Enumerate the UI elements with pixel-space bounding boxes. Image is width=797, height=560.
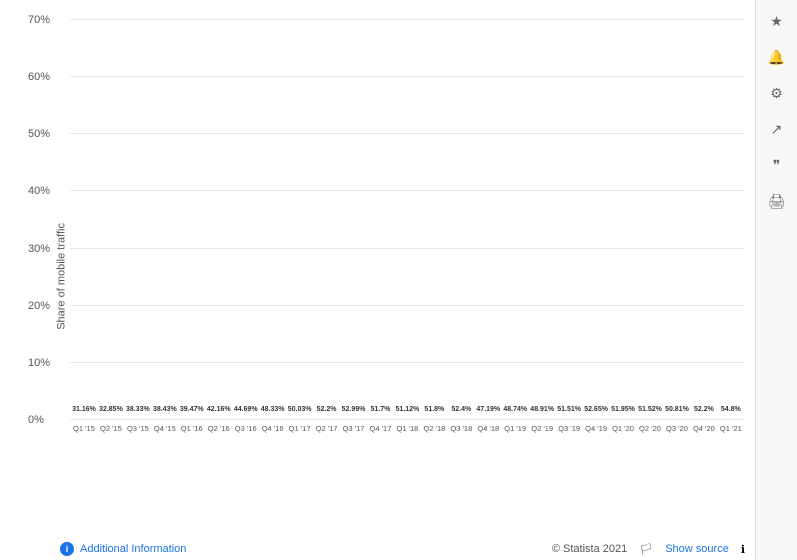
- x-axis-tick-label: Q1 '21: [719, 420, 743, 450]
- x-axis-tick-label: Q2 '16: [207, 420, 231, 450]
- bar-value-label: 47.19%: [476, 406, 500, 413]
- star-icon[interactable]: ★: [766, 10, 788, 32]
- bar-value-label: 42.16%: [207, 406, 231, 413]
- additional-info-link[interactable]: Additional Information: [80, 543, 186, 555]
- bar-value-label: 38.33%: [126, 406, 150, 413]
- y-axis-tick-label: 0%: [28, 414, 44, 426]
- x-axis-tick-label: Q2 '17: [315, 420, 339, 450]
- bar-value-label: 52.2%: [694, 406, 714, 413]
- bar-value-label: 51.95%: [611, 406, 635, 413]
- bar-value-label: 38.43%: [153, 406, 177, 413]
- share-icon[interactable]: ↗: [766, 118, 788, 140]
- x-axis-tick-label: Q4 '17: [368, 420, 392, 450]
- bars-container: 31.16%32.85%38.33%38.43%39.47%42.16%44.6…: [70, 20, 745, 420]
- bar-value-label: 48.91%: [530, 406, 554, 413]
- x-axis-tick-label: Q4 '20: [692, 420, 716, 450]
- x-axis-tick-label: Q1 '17: [288, 420, 312, 450]
- x-axis-tick-label: Q1 '15: [72, 420, 96, 450]
- x-axis-tick-label: Q3 '18: [449, 420, 473, 450]
- y-axis-tick-label: 30%: [28, 243, 50, 255]
- statista-credit: © Statista 2021: [552, 543, 627, 555]
- y-axis-tick-label: 40%: [28, 185, 50, 197]
- bar-value-label: 51.52%: [638, 406, 662, 413]
- x-axis-tick-label: Q1 '18: [395, 420, 419, 450]
- x-axis-tick-label: Q3 '15: [126, 420, 150, 450]
- bar-value-label: 39.47%: [180, 406, 204, 413]
- y-axis-tick-label: 10%: [28, 357, 50, 369]
- x-axis-tick-label: Q2 '15: [99, 420, 123, 450]
- footer: i Additional Information © Statista 2021…: [60, 542, 745, 556]
- show-source-link[interactable]: Show source: [665, 543, 729, 555]
- bar-value-label: 52.65%: [584, 406, 608, 413]
- bar-value-label: 44.69%: [234, 406, 258, 413]
- x-axis-tick-label: Q1 '20: [611, 420, 635, 450]
- bar-value-label: 52.99%: [342, 406, 366, 413]
- x-axis-tick-label: Q2 '18: [422, 420, 446, 450]
- x-axis-tick-label: Q3 '17: [342, 420, 366, 450]
- x-axis-tick-label: Q3 '19: [557, 420, 581, 450]
- bar-value-label: 52.4%: [451, 406, 471, 413]
- y-axis-tick-label: 70%: [28, 14, 50, 26]
- x-axis-tick-label: Q4 '18: [476, 420, 500, 450]
- bar-value-label: 48.33%: [261, 406, 285, 413]
- x-axis-tick-label: Q1 '19: [503, 420, 527, 450]
- x-axis-tick-label: Q3 '16: [234, 420, 258, 450]
- bar-value-label: 50.81%: [665, 406, 689, 413]
- print-icon[interactable]: 🖨: [766, 190, 788, 212]
- bar-value-label: 50.03%: [288, 406, 312, 413]
- x-axis-tick-label: Q2 '20: [638, 420, 662, 450]
- footer-left: i Additional Information: [60, 542, 186, 556]
- bar-value-label: 52.2%: [317, 406, 337, 413]
- x-axis-tick-label: Q2 '19: [530, 420, 554, 450]
- x-axis-tick-label: Q4 '16: [261, 420, 285, 450]
- bar-value-label: 51.8%: [424, 406, 444, 413]
- x-axis-tick-label: Q3 '20: [665, 420, 689, 450]
- chart-area: Share of mobile traffic 0%10%20%30%40%50…: [0, 0, 755, 560]
- bar-value-label: 31.16%: [72, 406, 96, 413]
- info-icon[interactable]: i: [60, 542, 74, 556]
- x-axis-tick-label: Q1 '16: [180, 420, 204, 450]
- footer-right: © Statista 2021 🏳 Show source ℹ: [552, 543, 745, 556]
- x-axis-tick-label: Q4 '15: [153, 420, 177, 450]
- y-axis-tick-label: 20%: [28, 300, 50, 312]
- bar-value-label: 51.51%: [557, 406, 581, 413]
- y-axis-tick-label: 50%: [28, 128, 50, 140]
- bell-icon[interactable]: 🔔: [766, 46, 788, 68]
- x-axis-labels: Q1 '15Q2 '15Q3 '15Q4 '15Q1 '16Q2 '16Q3 '…: [70, 420, 745, 450]
- bar-value-label: 51.12%: [396, 406, 420, 413]
- bar-value-label: 51.7%: [371, 406, 391, 413]
- y-axis-tick-label: 60%: [28, 71, 50, 83]
- x-axis-tick-label: Q4 '19: [584, 420, 608, 450]
- bar-value-label: 32.85%: [99, 406, 123, 413]
- sidebar: ★ 🔔 ⚙ ↗ ❞ 🖨: [755, 0, 797, 560]
- bar-value-label: 48.74%: [503, 406, 527, 413]
- gear-icon[interactable]: ⚙: [766, 82, 788, 104]
- bar-value-label: 54.8%: [721, 406, 741, 413]
- chart-region: 0%10%20%30%40%50%60%70% 31.16%32.85%38.3…: [70, 20, 745, 450]
- quote-icon[interactable]: ❞: [766, 154, 788, 176]
- y-axis-label: Share of mobile traffic: [55, 223, 67, 330]
